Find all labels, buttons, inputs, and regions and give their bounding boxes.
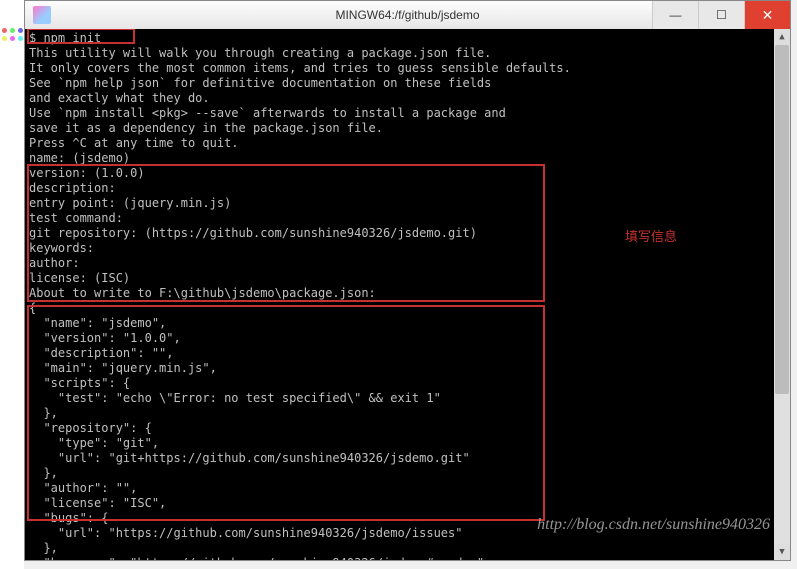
terminal-window: MINGW64:/f/github/jsdemo — ☐ ✕ $ npm ini… (24, 0, 791, 561)
terminal-line: "main": "jquery.min.js", (29, 361, 786, 376)
terminal-line: name: (jsdemo) (29, 151, 786, 166)
window-buttons: — ☐ ✕ (652, 1, 790, 29)
left-app-strip (0, 0, 24, 569)
terminal-line: "license": "ISC", (29, 496, 786, 511)
maximize-button[interactable]: ☐ (698, 1, 744, 29)
terminal-line: "type": "git", (29, 436, 786, 451)
scroll-track[interactable] (774, 45, 790, 544)
scroll-thumb[interactable] (775, 45, 789, 394)
scroll-down-arrow-icon[interactable]: ▼ (774, 544, 790, 560)
terminal-line: "homepage": "https://github.com/sunshine… (29, 556, 786, 560)
scrollbar[interactable]: ▲ ▼ (774, 29, 790, 560)
terminal-line: { (29, 301, 786, 316)
terminal-line: entry point: (jquery.min.js) (29, 196, 786, 211)
terminal-line: "bugs": { (29, 511, 786, 526)
close-button[interactable]: ✕ (744, 1, 790, 29)
terminal-line: "scripts": { (29, 376, 786, 391)
terminal-content[interactable]: $ npm initThis utility will walk you thr… (25, 29, 790, 560)
terminal-line: This utility will walk you through creat… (29, 46, 786, 61)
terminal-line: "repository": { (29, 421, 786, 436)
titlebar[interactable]: MINGW64:/f/github/jsdemo — ☐ ✕ (25, 1, 790, 29)
terminal-line: Use `npm install <pkg> --save` afterward… (29, 106, 786, 121)
terminal-line: "version": "1.0.0", (29, 331, 786, 346)
terminal-line: keywords: (29, 241, 786, 256)
app-icon (33, 6, 51, 24)
terminal-line: git repository: (https://github.com/suns… (29, 226, 786, 241)
scroll-up-arrow-icon[interactable]: ▲ (774, 29, 790, 45)
window-title: MINGW64:/f/github/jsdemo (335, 8, 479, 22)
terminal-line: "url": "git+https://github.com/sunshine9… (29, 451, 786, 466)
terminal-line: See `npm help json` for definitive docum… (29, 76, 786, 91)
terminal-line: }, (29, 541, 786, 556)
terminal-line: save it as a dependency in the package.j… (29, 121, 786, 136)
terminal-line: "test": "echo \"Error: no test specified… (29, 391, 786, 406)
terminal-line: "author": "", (29, 481, 786, 496)
terminal-line: It only covers the most common items, an… (29, 61, 786, 76)
colored-dots-icon (2, 28, 23, 41)
terminal-line: }, (29, 406, 786, 421)
terminal-line: test command: (29, 211, 786, 226)
terminal-line: }, (29, 466, 786, 481)
terminal-line: $ npm init (29, 31, 786, 46)
terminal-line: "description": "", (29, 346, 786, 361)
terminal-line: license: (ISC) (29, 271, 786, 286)
terminal-line: author: (29, 256, 786, 271)
terminal-line: About to write to F:\github\jsdemo\packa… (29, 286, 786, 301)
minimize-button[interactable]: — (652, 1, 698, 29)
terminal-line: version: (1.0.0) (29, 166, 786, 181)
terminal-line: description: (29, 181, 786, 196)
terminal-line: Press ^C at any time to quit. (29, 136, 786, 151)
terminal-line: "name": "jsdemo", (29, 316, 786, 331)
terminal-line: and exactly what they do. (29, 91, 786, 106)
terminal-line: "url": "https://github.com/sunshine94032… (29, 526, 786, 541)
